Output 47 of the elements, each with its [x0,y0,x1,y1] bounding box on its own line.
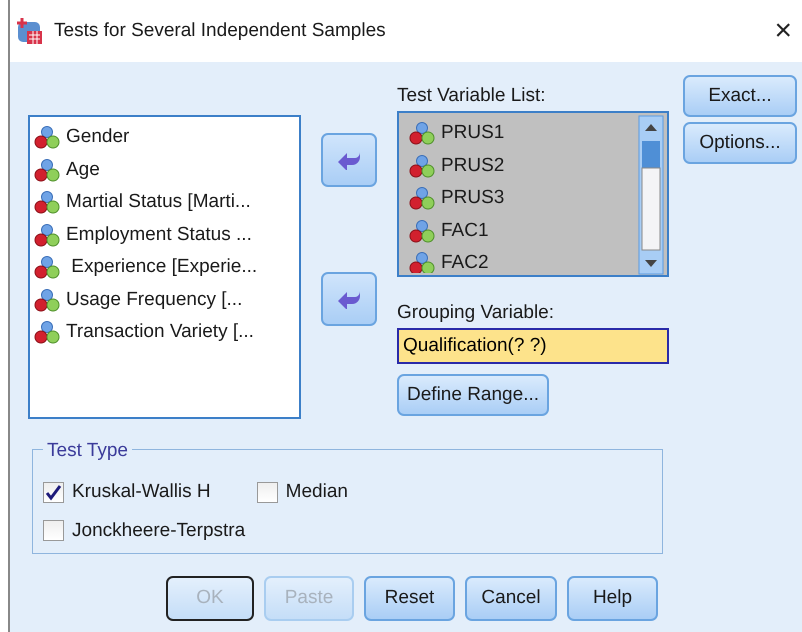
dialog-button[interactable]: Cancel [465,576,557,621]
grouping-variable-field[interactable]: Qualification(? ?) [397,328,669,364]
move-button[interactable] [321,133,377,187]
variable-list[interactable]: Gender Age Martial Status [Marti... Employment Status ... Experience [Experie... Usage Frequency [... Transaction Variety [... [28,115,301,419]
checkbox-label: Median [286,480,348,504]
variable-name: Age [66,158,100,182]
variable-icon [34,125,60,150]
variable-icon [34,190,60,214]
variable-icon [34,255,60,280]
variable-name: Employment Status ... [66,222,252,246]
test-variable-list[interactable]: PRUS1 PRUS2 PRUS3 FAC1 FAC2 [397,111,669,277]
define-range-button[interactable]: Define Range... [397,374,550,416]
field-label: Grouping Variable: [397,303,556,322]
options-button[interactable]: Options... [683,122,797,164]
variable-name: PRUS1 [441,121,504,145]
variable-name: Experience [Experie... [70,255,258,279]
variable-name: PRUS3 [441,186,504,210]
variable-icon [34,158,60,182]
move-button[interactable] [321,272,377,326]
variable-icon [409,218,435,243]
scrollbar[interactable] [637,115,665,275]
variable-name: Gender [66,125,130,149]
variable-name: FAC1 [441,218,489,242]
window-title: Tests for Several Independent Samples [54,18,386,43]
variable-name: PRUS2 [441,154,504,178]
checkbox-label: Jonckheere-Terpstra [72,518,246,542]
checkbox[interactable] [43,520,64,542]
variable-name: Martial Status [Marti... [66,190,251,214]
variable-icon [34,222,60,247]
app-icon [14,16,44,46]
variable-icon [34,320,60,344]
checkbox-label: Kruskal-Wallis H [72,480,211,504]
variable-icon [409,121,435,146]
dialog-button[interactable]: Help [567,576,658,621]
checkbox[interactable] [43,482,64,503]
checkbox[interactable] [256,482,278,503]
variable-name: Usage Frequency [... [66,288,242,312]
variable-icon [34,288,60,312]
field-label: Test Variable List: [397,86,547,105]
close-button[interactable]: × [770,16,796,46]
variable-icon [409,154,435,178]
exact-button[interactable]: Exact... [683,75,797,117]
variable-icon [409,186,435,210]
variable-icon [409,251,435,273]
variable-name: FAC2 [441,251,489,273]
variable-name: Transaction Variety [... [66,320,254,344]
dialog-button[interactable]: Reset [364,576,455,621]
